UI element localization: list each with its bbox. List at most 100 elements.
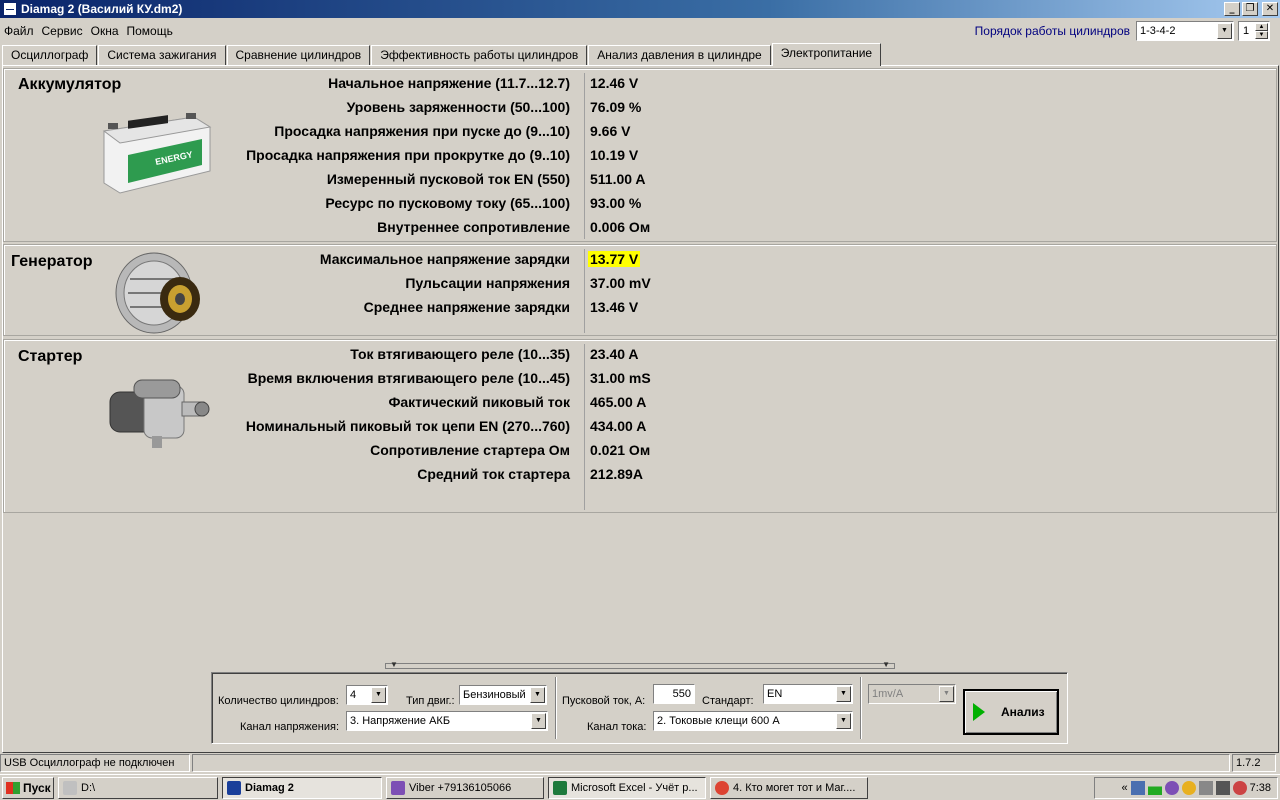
parameter-value: 13.77 V <box>588 251 641 267</box>
start-current-input[interactable]: 550 <box>653 684 695 704</box>
analyze-button[interactable]: Анализ <box>963 689 1059 735</box>
cylinder-spinner[interactable]: 1 ▲ ▼ <box>1238 21 1270 41</box>
parameter-row: Фактический пиковый ток 465.00 A <box>4 394 1274 414</box>
task-viber[interactable]: Viber +79136105066 <box>386 776 544 799</box>
cylinder-order-select[interactable]: 1-3-4-2 ▼ <box>1136 21 1234 41</box>
parameter-row: Время включения втягивающего реле (10...… <box>4 370 1274 390</box>
parameter-value: 212.89A <box>590 466 643 482</box>
cylinders-count-value: 4 <box>350 689 357 701</box>
parameter-row: Ток втягивающего реле (10...35) 23.40 A <box>4 346 1274 366</box>
display-icon[interactable] <box>1215 781 1230 795</box>
parameter-label: Измеренный пусковой ток EN (550) <box>326 171 570 187</box>
current-channel-select[interactable]: 2. Токовые клещи 600 А ▼ <box>653 711 853 731</box>
tab-strip: Осциллограф Система зажигания Сравнение … <box>2 43 882 66</box>
parameter-value: 511.00 A <box>590 171 646 187</box>
volume-icon[interactable] <box>1232 781 1247 795</box>
windows-logo-icon <box>6 781 20 794</box>
network-icon[interactable] <box>1130 781 1145 795</box>
menu-windows[interactable]: Окна <box>87 20 123 42</box>
task-excel[interactable]: Microsoft Excel - Учёт р... <box>548 776 706 799</box>
tab-pressure-analysis[interactable]: Анализ давления в цилиндре <box>588 45 771 66</box>
parameter-label: Ресурс по пусковому току (65...100) <box>325 195 570 211</box>
parameter-row: Пульсации напряжения 37.00 mV <box>4 275 1274 295</box>
start-button[interactable]: Пуск <box>2 776 54 799</box>
parameter-label: Время включения втягивающего реле (10...… <box>247 370 570 386</box>
menu-help[interactable]: Помощь <box>123 20 177 42</box>
chevron-down-icon[interactable]: ▼ <box>530 687 545 703</box>
tab-cylinder-efficiency[interactable]: Эффективность работы цилиндров <box>371 45 588 66</box>
cylinders-count-select[interactable]: 4 ▼ <box>346 685 388 705</box>
parameter-value: 31.00 mS <box>590 370 651 386</box>
engine-type-select[interactable]: Бензиновый ▼ <box>459 685 547 705</box>
generator-panel: Генератор Максимальное напряжение зарядк… <box>3 244 1277 336</box>
task-drive[interactable]: D:\ <box>58 776 218 799</box>
chevron-down-icon[interactable]: ▼ <box>371 687 386 703</box>
chevron-down-icon[interactable]: ▼ <box>1217 23 1232 39</box>
close-button[interactable]: ✕ <box>1262 2 1278 16</box>
parameter-value: 23.40 A <box>590 346 639 362</box>
signal-icon[interactable] <box>1147 781 1162 795</box>
app-icon <box>3 2 17 16</box>
restore-button[interactable]: ❐ <box>1242 2 1258 16</box>
diamag-icon <box>227 780 241 795</box>
parameter-label: Просадка напряжения при пуске до (9...10… <box>274 123 570 139</box>
parameter-label: Номинальный пиковый ток цепи EN (270...7… <box>245 418 570 434</box>
excel-icon <box>553 780 567 795</box>
parameter-row: Внутреннее сопротивление 0.006 Ом <box>4 219 1274 239</box>
parameter-label: Сопротивление стартера Ом <box>370 442 570 458</box>
chevron-down-icon[interactable]: ▼ <box>531 713 546 729</box>
title-bar: Diamag 2 (Василий КУ.dm2) _ ❐ ✕ <box>0 0 1280 18</box>
analyze-label: Анализ <box>1001 705 1045 719</box>
parameter-value: 10.19 V <box>590 147 639 163</box>
menu-file[interactable]: Файл <box>0 20 38 42</box>
status-bar: USB Осциллограф не подключен 1.7.2 <box>0 754 1280 772</box>
parameter-row: Просадка напряжения при прокрутке до (9.… <box>4 147 1274 167</box>
tray-expand-icon[interactable]: « <box>1121 782 1127 794</box>
cylinders-count-label: Количество цилиндров: <box>218 695 339 707</box>
parameter-row: Ресурс по пусковому току (65...100) 93.00… <box>4 195 1274 215</box>
parameter-label: Ток втягивающего реле (10...35) <box>350 346 570 362</box>
voltage-channel-label: Канал напряжения: <box>240 721 339 733</box>
window-controls: _ ❐ ✕ <box>1224 2 1278 16</box>
parameter-label: Фактический пиковый ток <box>388 394 570 410</box>
voltage-channel-select[interactable]: 3. Напряжение АКБ ▼ <box>346 711 548 731</box>
current-channel-value: 2. Токовые клещи 600 А <box>657 715 780 727</box>
parameter-value: 37.00 mV <box>590 275 651 291</box>
tab-ignition[interactable]: Система зажигания <box>98 45 226 66</box>
tab-cylinder-compare[interactable]: Сравнение цилиндров <box>226 45 371 66</box>
splitter-arrow-right-icon[interactable]: ▼ <box>882 660 890 669</box>
minimize-button[interactable]: _ <box>1224 2 1240 16</box>
spin-down-icon[interactable]: ▼ <box>1255 31 1268 39</box>
standard-value: EN <box>767 688 783 700</box>
chevron-down-icon: ▼ <box>939 686 954 702</box>
parameter-label: Уровень заряженности (50...100) <box>346 99 570 115</box>
chevron-down-icon[interactable]: ▼ <box>836 686 851 702</box>
standard-select[interactable]: EN ▼ <box>763 684 853 704</box>
menu-service[interactable]: Сервис <box>38 20 87 42</box>
panel-splitter[interactable]: ▼ ▼ <box>385 660 895 669</box>
parameter-label: Внутреннее сопротивление <box>377 219 570 235</box>
viber-tray-icon[interactable] <box>1164 781 1179 795</box>
task-diamag-label: Diamag 2 <box>245 781 294 794</box>
parameter-label: Просадка напряжения при прокрутке до (9.… <box>246 147 570 163</box>
cylinder-order-label: Порядок работы цилиндров <box>974 24 1130 38</box>
scale-select: 1mv/A ▼ <box>868 684 956 704</box>
status-version: 1.7.2 <box>1232 754 1276 772</box>
controls-separator <box>555 677 557 739</box>
parameter-row: Среднее напряжение зарядки 13.46 V <box>4 299 1274 319</box>
chevron-down-icon[interactable]: ▼ <box>836 713 851 729</box>
spin-up-icon[interactable]: ▲ <box>1255 23 1268 31</box>
status-middle <box>192 754 1230 772</box>
monitor-icon[interactable] <box>1198 781 1213 795</box>
parameter-value: 0.021 Ом <box>590 442 651 458</box>
task-chrome[interactable]: 4. Кто могет тот и Маг.... <box>710 776 868 799</box>
task-diamag[interactable]: Diamag 2 <box>222 776 382 799</box>
parameter-label: Максимальное напряжение зарядки <box>319 251 570 267</box>
current-channel-label: Канал тока: <box>587 721 647 733</box>
tab-oscilloscope[interactable]: Осциллограф <box>2 45 98 66</box>
parameter-value: 93.00 % <box>590 195 642 211</box>
users-icon[interactable] <box>1181 781 1196 795</box>
splitter-arrow-left-icon[interactable]: ▼ <box>390 660 398 669</box>
cylinder-spinner-value: 1 <box>1243 25 1250 37</box>
tab-power-supply[interactable]: Электропитание <box>771 43 882 66</box>
